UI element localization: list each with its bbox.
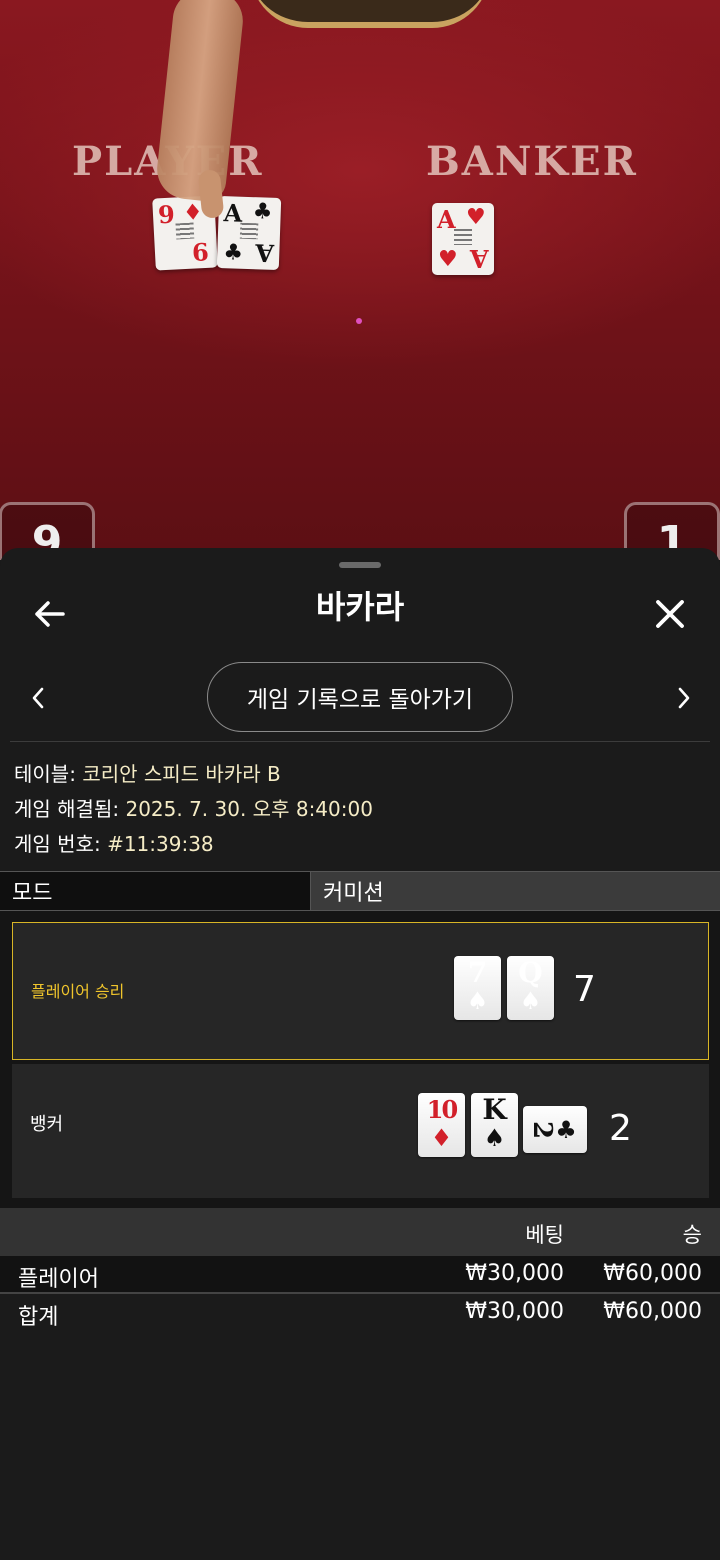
sheet-drag-handle[interactable] xyxy=(339,562,381,568)
card-suit: ♣ xyxy=(252,199,273,225)
player-total: 7 xyxy=(573,969,596,1010)
game-detail-sheet: 바카라 게임 기록으로 돌아가기 테이블: 코리안 스피드 바카라 B 게임 해… xyxy=(0,548,720,1560)
card-rank: 2 xyxy=(527,1120,558,1139)
player-card: 7 ♠ xyxy=(454,956,501,1020)
card-rank: 9 xyxy=(191,236,210,267)
win-amount: ₩60,000 xyxy=(603,1261,702,1286)
table-rim xyxy=(250,0,490,28)
bets-table: 베팅 승 플레이어 ₩30,000 ₩60,000 합계 ₩30,000 ₩60… xyxy=(0,1208,720,1332)
card-rank: 7 xyxy=(467,956,488,989)
table-row-total: 합계 ₩30,000 ₩60,000 xyxy=(0,1294,720,1332)
close-button[interactable] xyxy=(640,584,700,644)
card-suit: ♠ xyxy=(466,986,489,1015)
win-column-header: 승 xyxy=(682,1223,702,1247)
bet-amount: ₩30,000 xyxy=(465,1261,564,1286)
total-label: 합계 xyxy=(18,1305,59,1330)
focus-dot xyxy=(356,318,362,324)
card-suit: ♣ xyxy=(555,1114,577,1144)
sheet-title: 바카라 xyxy=(315,588,405,626)
previous-game-button[interactable] xyxy=(18,676,58,720)
banker-result-row: 뱅커 10 ♦ K ♠ 2 ♣ 2 xyxy=(12,1064,709,1198)
tab-commission[interactable]: 커미션 xyxy=(311,872,720,910)
card-rank: A xyxy=(437,205,456,234)
table-info-label: 테이블: xyxy=(14,762,76,786)
banker-card: K ♠ xyxy=(471,1093,518,1157)
banker-outcome-label: 뱅커 xyxy=(30,1114,64,1135)
banker-total: 2 xyxy=(609,1108,632,1149)
back-to-history-button[interactable]: 게임 기록으로 돌아가기 xyxy=(207,662,513,732)
table-card: A ♥ ♥ A xyxy=(432,203,494,275)
card-suit: ♥ xyxy=(466,205,486,230)
banker-card-third-sideways: 2 ♣ xyxy=(523,1106,587,1153)
chevron-left-icon xyxy=(32,687,44,709)
resolved-info-value: 2025. 7. 30. 오후 8:40:00 xyxy=(125,797,373,821)
live-video-feed: PLAYER BANKER 9 ♦ 9 A ♣ ♣ A A ♥ ♥ A 9 1 xyxy=(0,0,720,560)
next-game-button[interactable] xyxy=(664,676,704,720)
player-card: Q ♠ xyxy=(507,956,554,1020)
divider xyxy=(10,741,710,742)
tab-mode[interactable]: 모드 xyxy=(0,872,311,910)
bet-type: 플레이어 xyxy=(18,1267,99,1292)
card-suit: ♠ xyxy=(519,986,542,1015)
chevron-right-icon xyxy=(678,687,690,709)
table-info-value: 코리안 스피드 바카라 B xyxy=(82,762,281,786)
game-number-value: #11:39:38 xyxy=(107,832,214,856)
total-win-amount: ₩60,000 xyxy=(603,1299,702,1324)
banker-zone-label: BANKER xyxy=(426,138,638,185)
table-info: 테이블: 코리안 스피드 바카라 B xyxy=(14,758,281,787)
bet-column-header: 베팅 xyxy=(525,1223,564,1247)
total-bet-amount: ₩30,000 xyxy=(465,1299,564,1324)
resolved-info: 게임 해결됨: 2025. 7. 30. 오후 8:40:00 xyxy=(14,793,373,822)
card-rank: 9 xyxy=(157,199,176,230)
card-rank: K xyxy=(482,1093,507,1126)
player-result-row: 플레이어 승리 7 ♠ Q ♠ 7 xyxy=(12,922,709,1060)
game-number-info: 게임 번호: #11:39:38 xyxy=(14,828,214,857)
close-icon xyxy=(656,600,684,628)
card-suit: ♠ xyxy=(483,1123,506,1152)
resolved-info-label: 게임 해결됨: xyxy=(14,797,120,821)
game-number-label: 게임 번호: xyxy=(14,832,101,856)
card-rank: 10 xyxy=(426,1095,458,1124)
table-row: 플레이어 ₩30,000 ₩60,000 xyxy=(0,1256,720,1294)
player-outcome-label: 플레이어 승리 xyxy=(31,982,125,1001)
mode-tabs: 모드 커미션 xyxy=(0,871,720,911)
banker-card: 10 ♦ xyxy=(418,1093,465,1157)
round-result: 플레이어 승리 7 ♠ Q ♠ 7 뱅커 10 ♦ K ♠ 2 ♣ 2 xyxy=(0,911,720,1208)
bets-table-header: 베팅 승 xyxy=(0,1208,720,1256)
card-rank: Q xyxy=(518,956,543,989)
card-suit: ♦ xyxy=(430,1123,453,1152)
table-card: A ♣ ♣ A xyxy=(216,195,282,271)
